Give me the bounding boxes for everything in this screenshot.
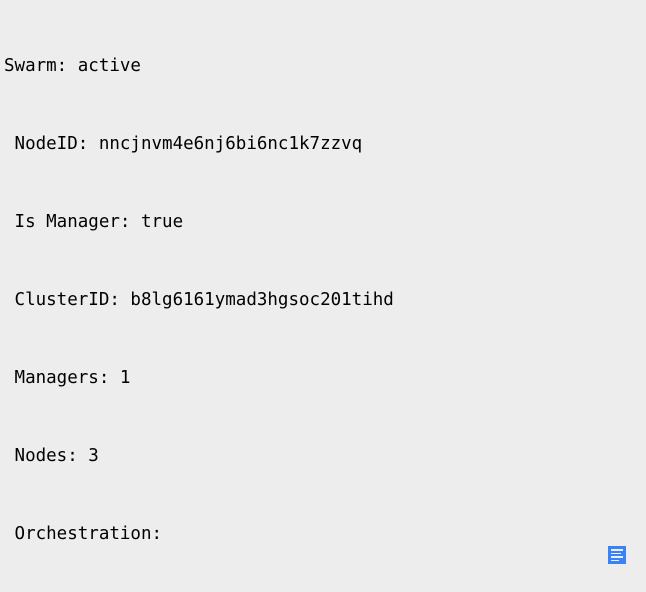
swarm-status-line: Swarm: active	[4, 53, 646, 79]
orchestration-header-line: Orchestration:	[4, 521, 646, 547]
cluster-id-line: ClusterID: b8lg6161ymad3hgsoc201tihd	[4, 287, 646, 313]
text-widget-icon[interactable]	[608, 546, 626, 564]
node-id-line: NodeID: nncjnvm4e6nj6bi6nc1k7zzvq	[4, 131, 646, 157]
managers-count-line: Managers: 1	[4, 365, 646, 391]
nodes-count-line: Nodes: 3	[4, 443, 646, 469]
terminal-output: Swarm: active NodeID: nncjnvm4e6nj6bi6nc…	[0, 0, 646, 592]
is-manager-line: Is Manager: true	[4, 209, 646, 235]
